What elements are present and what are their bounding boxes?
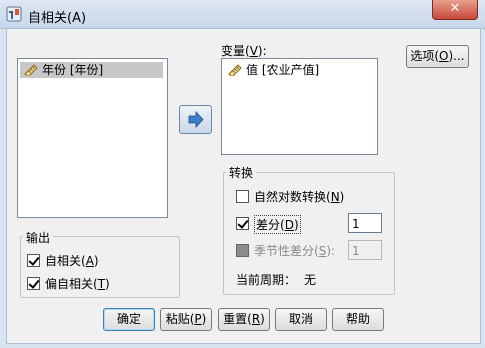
partial-autocorrelation-label: 偏自相关(T) <box>45 277 110 291</box>
title-bar: 自相关(A) ✕ <box>0 0 485 29</box>
arrow-right-icon <box>188 110 204 129</box>
source-variable-list[interactable]: 年份 [年份] <box>17 58 168 218</box>
move-to-variables-button[interactable] <box>179 105 212 134</box>
help-button[interactable]: 帮助 <box>332 308 384 331</box>
ruler-icon <box>228 64 242 76</box>
autocorrelation-checkbox[interactable] <box>27 254 40 267</box>
seasonal-difference-input[interactable]: 1 <box>348 240 382 260</box>
list-item[interactable]: 值 [农业产值] <box>224 62 323 78</box>
difference-label: 差分(D) <box>254 215 301 234</box>
natural-log-label: 自然对数转换(N) <box>254 190 345 204</box>
output-group-title: 输出 <box>23 229 54 246</box>
window-title: 自相关(A) <box>28 11 87 26</box>
ok-button[interactable]: 确定 <box>103 308 155 331</box>
current-period-value: 无 <box>304 273 317 287</box>
seasonal-difference-label: 季节性差分(S): <box>254 244 336 258</box>
seasonal-difference-checkbox[interactable] <box>236 244 249 257</box>
paste-button[interactable]: 粘贴(P) <box>160 308 212 331</box>
cancel-button[interactable]: 取消 <box>275 308 327 331</box>
current-period-label: 当前周期： <box>236 273 297 287</box>
list-item[interactable]: 年份 [年份] <box>20 62 163 78</box>
difference-input[interactable]: 1 <box>348 213 382 233</box>
transform-group-title: 转换 <box>226 164 257 181</box>
autocorrelation-label: 自相关(A) <box>45 254 99 268</box>
variables-label: 变量(V): <box>221 44 267 58</box>
list-item-label: 值 [农业产值] <box>246 63 320 77</box>
list-item-label: 年份 [年份] <box>42 63 104 77</box>
spss-app-icon <box>6 6 22 22</box>
close-button[interactable]: ✕ <box>432 0 478 20</box>
close-icon: ✕ <box>449 1 461 16</box>
difference-checkbox[interactable] <box>236 217 249 230</box>
options-button[interactable]: 选项(O)... <box>406 45 469 68</box>
reset-button[interactable]: 重置(R) <box>218 308 270 331</box>
dialog-body: 年份 [年份] 变量(V): 值 [农业产值] 选项(O)... 转换 自然对数… <box>6 28 481 344</box>
natural-log-checkbox[interactable] <box>236 190 249 203</box>
variables-list[interactable]: 值 [农业产值] <box>221 58 378 155</box>
partial-autocorrelation-checkbox[interactable] <box>27 277 40 290</box>
ruler-icon <box>24 64 38 76</box>
autocorrelation-dialog: 自相关(A) ✕ 年份 [年份] 变量(V): 值 [农业产值] 选项(O)..… <box>0 0 485 348</box>
